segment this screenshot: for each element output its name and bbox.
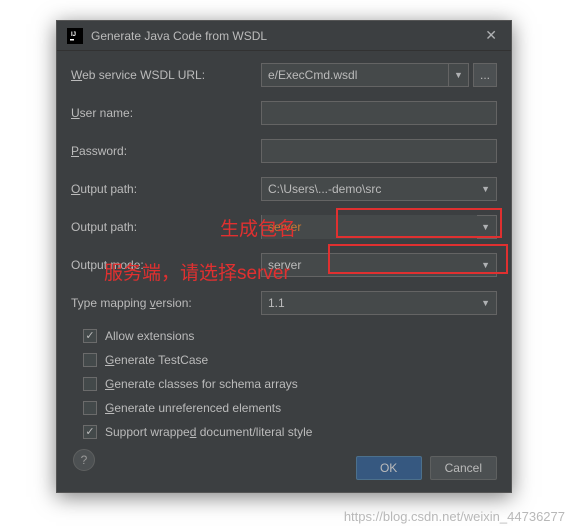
checkbox-label: Allow extensions bbox=[105, 329, 194, 343]
row-type-mapping: Type mapping version: 1.1 ▼ bbox=[71, 291, 497, 315]
password-input[interactable] bbox=[261, 139, 497, 163]
type-mapping-value: 1.1 bbox=[268, 296, 477, 310]
wsdl-url-combo[interactable]: e/ExecCmd.wsdl ▼ bbox=[261, 63, 469, 87]
label-wsdl-url: Web service WSDL URL: bbox=[71, 68, 261, 82]
label-password: Password: bbox=[71, 144, 261, 158]
chevron-down-icon: ▼ bbox=[481, 222, 496, 232]
label-output-package: Output path: bbox=[71, 220, 261, 234]
titlebar: IJ Generate Java Code from WSDL ✕ bbox=[57, 21, 511, 51]
checkbox-allow-extensions[interactable]: Allow extensions bbox=[71, 329, 497, 343]
checkbox-icon bbox=[83, 329, 97, 343]
cancel-button[interactable]: Cancel bbox=[430, 456, 497, 480]
output-package-combo[interactable]: ▼ bbox=[261, 215, 497, 239]
output-path-combo[interactable]: C:\Users\...-demo\src ▼ bbox=[261, 177, 497, 201]
chevron-down-icon[interactable]: ▼ bbox=[449, 63, 469, 87]
label-output-path: Output path: bbox=[71, 182, 261, 196]
type-mapping-combo[interactable]: 1.1 ▼ bbox=[261, 291, 497, 315]
label-username: User name: bbox=[71, 106, 261, 120]
close-icon[interactable]: ✕ bbox=[481, 25, 501, 46]
row-username: User name: bbox=[71, 101, 497, 125]
row-output-package: Output path: ▼ bbox=[71, 215, 497, 239]
checkbox-label: Generate TestCase bbox=[105, 353, 208, 367]
checkbox-icon bbox=[83, 401, 97, 415]
checkbox-generate-schema-arrays[interactable]: Generate classes for schema arrays bbox=[71, 377, 497, 391]
intellij-icon: IJ bbox=[67, 28, 83, 44]
browse-button[interactable]: ... bbox=[473, 63, 497, 87]
checkbox-icon bbox=[83, 425, 97, 439]
checkbox-label: Generate unreferenced elements bbox=[105, 401, 281, 415]
checkbox-icon bbox=[83, 377, 97, 391]
label-output-mode: Output mode: bbox=[71, 258, 261, 272]
checkbox-icon bbox=[83, 353, 97, 367]
dialog-window: IJ Generate Java Code from WSDL ✕ Web se… bbox=[56, 20, 512, 493]
chevron-down-icon: ▼ bbox=[481, 184, 490, 194]
output-path-value: C:\Users\...-demo\src bbox=[268, 182, 477, 196]
row-output-mode: Output mode: server ▼ bbox=[71, 253, 497, 277]
checkbox-generate-unreferenced[interactable]: Generate unreferenced elements bbox=[71, 401, 497, 415]
output-mode-combo[interactable]: server ▼ bbox=[261, 253, 497, 277]
ok-button[interactable]: OK bbox=[356, 456, 422, 480]
dialog-content: Web service WSDL URL: e/ExecCmd.wsdl ▼ .… bbox=[57, 51, 511, 483]
dialog-title: Generate Java Code from WSDL bbox=[91, 29, 481, 43]
chevron-down-icon: ▼ bbox=[481, 260, 490, 270]
help-button[interactable]: ? bbox=[73, 449, 95, 471]
output-mode-value: server bbox=[268, 258, 477, 272]
checkbox-label: Support wrapped document/literal style bbox=[105, 425, 312, 439]
wsdl-url-value: e/ExecCmd.wsdl bbox=[261, 63, 449, 87]
username-input[interactable] bbox=[261, 101, 497, 125]
checkbox-generate-testcase[interactable]: Generate TestCase bbox=[71, 353, 497, 367]
row-wsdl-url: Web service WSDL URL: e/ExecCmd.wsdl ▼ .… bbox=[71, 63, 497, 87]
checkbox-support-wrapped[interactable]: Support wrapped document/literal style bbox=[71, 425, 497, 439]
svg-text:IJ: IJ bbox=[71, 32, 76, 38]
checkbox-label: Generate classes for schema arrays bbox=[105, 377, 298, 391]
chevron-down-icon: ▼ bbox=[481, 298, 490, 308]
output-package-input[interactable] bbox=[262, 215, 477, 239]
label-type-mapping: Type mapping version: bbox=[71, 296, 261, 310]
row-output-path: Output path: C:\Users\...-demo\src ▼ bbox=[71, 177, 497, 201]
watermark: https://blog.csdn.net/weixin_44736277 bbox=[344, 509, 565, 524]
row-password: Password: bbox=[71, 139, 497, 163]
button-bar: OK Cancel bbox=[356, 456, 497, 480]
